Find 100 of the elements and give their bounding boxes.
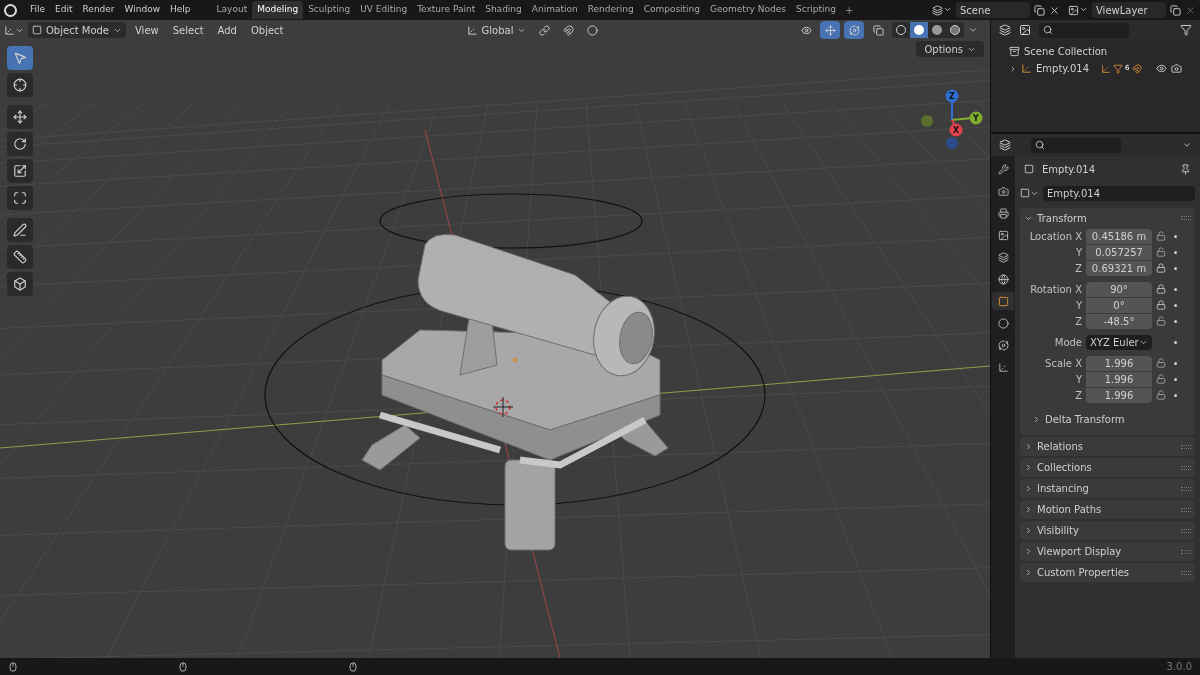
panel-header[interactable]: Transform (1024, 210, 1087, 226)
pin-icon[interactable] (1180, 163, 1191, 175)
workspace-tab[interactable]: Animation (526, 1, 583, 19)
collapsed-panel[interactable]: Instancing (1020, 479, 1195, 498)
tool-button[interactable] (7, 186, 33, 210)
drag-handle-icon[interactable] (1181, 444, 1191, 449)
value-field[interactable]: 1.996 (1086, 371, 1152, 387)
menu-item[interactable]: Help (165, 3, 196, 17)
copy-icon[interactable] (1170, 4, 1181, 16)
move-arrows-icon[interactable] (820, 21, 840, 39)
unlock-icon[interactable] (1156, 358, 1166, 368)
caret-icon (1032, 415, 1041, 424)
tool-button[interactable] (7, 132, 33, 156)
axis-handle[interactable]: Z (945, 89, 959, 103)
value-field[interactable]: 0.45186 m (1086, 228, 1152, 244)
viewport-menu-item[interactable]: Select (167, 22, 209, 38)
app-logo-icon[interactable] (4, 3, 17, 17)
workspace-tab[interactable]: Texture Paint (412, 1, 481, 19)
tool-button[interactable] (7, 105, 33, 129)
workspace-tab[interactable]: UV Editing (355, 1, 413, 19)
tool-button[interactable] (7, 272, 33, 296)
workspace-tab[interactable]: Modeling (252, 1, 304, 19)
copy-icon[interactable] (1034, 4, 1045, 16)
axis-handle[interactable]: Y (969, 111, 983, 125)
layers-icon[interactable] (999, 24, 1011, 36)
editor-type-button[interactable] (4, 24, 24, 36)
unlock-icon[interactable] (1156, 374, 1166, 384)
scene-selector[interactable] (932, 4, 952, 16)
tool-button[interactable] (7, 218, 33, 242)
workspace-tab[interactable]: Scripting (790, 1, 841, 19)
close-icon[interactable] (1049, 4, 1060, 16)
search-field[interactable] (1031, 137, 1121, 153)
value-field[interactable]: 0.057257 (1086, 244, 1152, 260)
menu-item[interactable]: Window (119, 3, 166, 17)
value-field[interactable]: 0° (1086, 297, 1152, 313)
collapsed-panel[interactable]: Visibility (1020, 521, 1195, 540)
unlock-icon[interactable] (1156, 231, 1166, 241)
shading-mode-button[interactable] (910, 22, 928, 38)
workspace-tab[interactable]: Geometry Nodes (705, 1, 791, 19)
orbit-icon[interactable] (844, 21, 864, 39)
collapsed-panel[interactable]: Collections (1020, 458, 1195, 477)
options-button[interactable]: Options (916, 41, 984, 57)
menu-item[interactable]: Edit (50, 3, 78, 17)
collapsed-panel[interactable]: Custom Properties (1020, 563, 1195, 582)
subpanel-header[interactable]: Delta Transform (1020, 412, 1195, 427)
search-field[interactable] (1039, 22, 1129, 38)
properties-tab[interactable] (992, 292, 1014, 310)
drag-handle-icon[interactable] (1181, 570, 1191, 575)
eye-icon[interactable] (1156, 63, 1167, 74)
workspace-tab[interactable]: Rendering (582, 1, 639, 19)
view-layer-selector[interactable] (1068, 4, 1088, 16)
drag-handle-icon[interactable] (1181, 528, 1191, 533)
value-field[interactable]: 1.996 (1086, 387, 1152, 403)
lock-icon[interactable] (1156, 284, 1166, 294)
outliner-object-item[interactable]: Empty.014 (1021, 61, 1090, 76)
value-field[interactable]: 0.69321 m (1086, 260, 1152, 276)
caret-icon[interactable] (1182, 140, 1192, 150)
mode-dropdown[interactable]: Object Mode (28, 22, 126, 38)
unlock-icon[interactable] (1156, 316, 1166, 326)
viewport-menu-item[interactable]: Add (212, 22, 242, 38)
menu-item[interactable]: Render (77, 3, 120, 17)
drag-handle-icon[interactable] (1181, 549, 1191, 554)
value-field[interactable]: 90° (1086, 281, 1152, 297)
orientation-dropdown[interactable]: Global (462, 22, 531, 38)
name-field[interactable]: Empty.014 (1043, 185, 1195, 201)
drag-handle-icon[interactable] (1181, 465, 1191, 470)
object-type-button[interactable] (1020, 188, 1039, 198)
collection-row[interactable]: Scene Collection (1009, 44, 1182, 59)
view-layer-field[interactable]: ViewLayer (1092, 2, 1166, 18)
collapsed-panel[interactable]: Motion Paths (1020, 500, 1195, 519)
menu-item[interactable]: File (25, 3, 51, 17)
workspace-tab[interactable]: Shading (480, 1, 527, 19)
value-field[interactable]: -48.5° (1086, 313, 1152, 329)
workspace-tab[interactable]: Compositing (638, 1, 706, 19)
axis-handle[interactable]: X (949, 123, 963, 137)
camera-icon[interactable] (1171, 63, 1182, 74)
workspace-overflow[interactable]: + (841, 2, 858, 18)
mode-dropdown[interactable]: XYZ Euler (1086, 334, 1152, 350)
drag-handle-icon[interactable] (1181, 486, 1191, 491)
tool-button[interactable] (7, 245, 33, 269)
collapsed-panel[interactable]: Relations (1020, 437, 1195, 456)
collapsed-panel[interactable]: Viewport Display (1020, 542, 1195, 561)
axis-gizmo-drawing[interactable]: Z Y X (921, 89, 983, 149)
viewport-menu-item[interactable]: Object (245, 22, 289, 38)
lock-icon[interactable] (1156, 300, 1166, 310)
tool-button[interactable] (7, 73, 33, 97)
filter-icon[interactable] (1180, 24, 1192, 36)
drag-handle-icon[interactable] (1181, 216, 1191, 220)
tool-button[interactable] (7, 159, 33, 183)
unlock-icon[interactable] (1156, 247, 1166, 257)
workspace-tab[interactable]: Sculpting (303, 1, 356, 19)
viewport-menu-item[interactable]: View (130, 22, 164, 38)
value-field[interactable]: 1.996 (1086, 355, 1152, 371)
scene-field[interactable]: Scene (956, 2, 1030, 18)
workspace-tab[interactable]: Layout (211, 1, 253, 19)
unlock-icon[interactable] (1156, 390, 1166, 400)
layers-icon[interactable] (999, 139, 1011, 151)
lock-icon[interactable] (1156, 263, 1166, 273)
drag-handle-icon[interactable] (1181, 507, 1191, 512)
image-icon[interactable] (1019, 24, 1031, 36)
